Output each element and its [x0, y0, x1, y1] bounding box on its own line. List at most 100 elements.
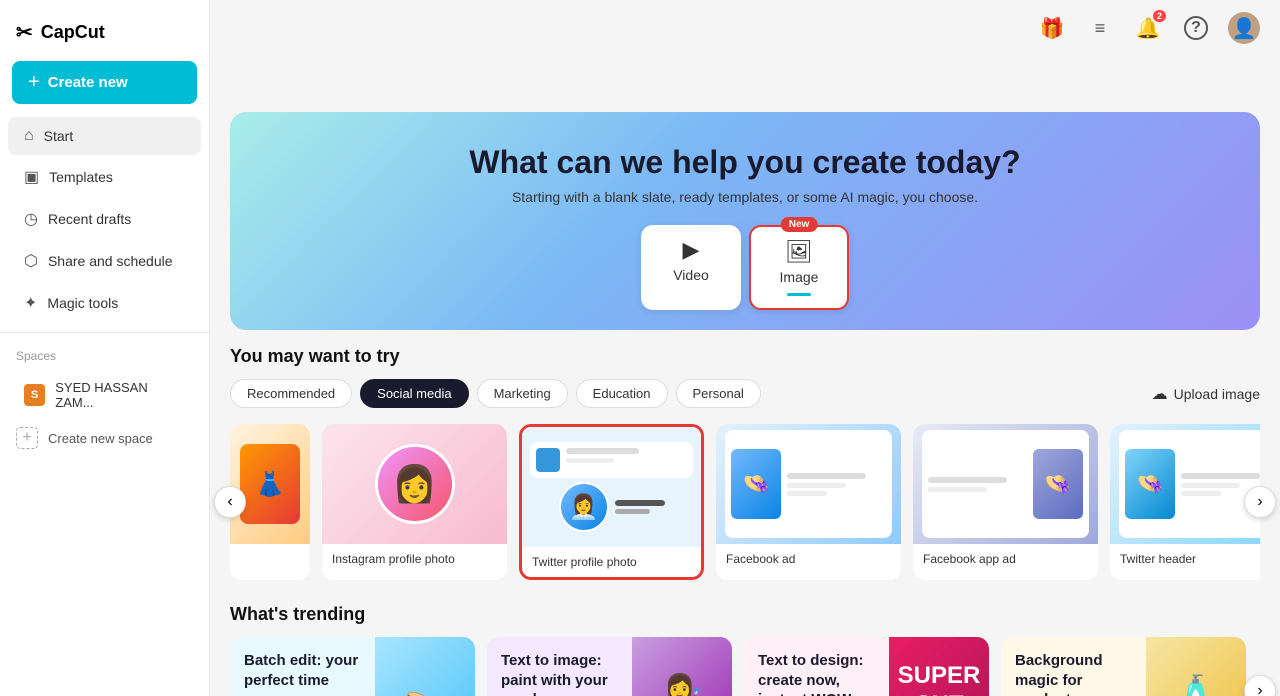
divider [0, 332, 209, 333]
trending-row: Batch edit: your perfect time saver Try … [230, 637, 1260, 696]
menu-button[interactable]: ≡ [1084, 12, 1116, 44]
trend-bg-title: Background magic for products [1015, 651, 1132, 696]
logo-icon: ✂ [16, 20, 33, 45]
logo[interactable]: ✂ CapCut [0, 12, 209, 61]
trend-batch-inner: Batch edit: your perfect time saver Try … [230, 637, 475, 696]
template-thumb-instagram: 👩 [322, 424, 507, 544]
template-thumb-fb-app: 👒 [913, 424, 1098, 544]
add-space-icon: + [16, 427, 38, 449]
avatar[interactable]: 👤 [1228, 12, 1260, 44]
template-thumb-twitter: 👩‍💼 [522, 427, 701, 547]
sidebar-label-share: Share and schedule [48, 253, 173, 269]
next-trending-arrow[interactable]: › [1244, 675, 1276, 696]
home-icon: ⌂ [24, 127, 34, 145]
hero-banner: What can we help you create today? Start… [230, 112, 1260, 330]
trend-textimg-title: Text to image: paint with your words [501, 651, 618, 696]
sidebar-label-templates: Templates [49, 169, 113, 185]
sidebar: ✂ CapCut + Create new ⌂ Start ▣ Template… [0, 0, 210, 696]
tab-underline [787, 293, 811, 296]
tab-image-label: Image [780, 269, 819, 285]
template-row-wrapper: ‹ 👗 👩 [230, 424, 1260, 580]
main-content: 🎁 ≡ 🔔 2 ? 👤 What can we help you create … [210, 0, 1280, 696]
upload-image-button[interactable]: ☁ Upload image [1152, 384, 1260, 404]
template-label-fb-ad: Facebook ad [716, 544, 901, 574]
trend-bg-text: Background magic for products Try now › [1001, 637, 1146, 696]
sidebar-label-start: Start [44, 128, 74, 144]
template-label-instagram: Instagram profile photo [322, 544, 507, 574]
template-label-twitter-header: Twitter header [1110, 544, 1260, 574]
logo-text: CapCut [41, 22, 105, 43]
template-card-twitter-profile[interactable]: 👩‍💼 Twitter profile photo [519, 424, 704, 580]
hero-title: What can we help you create today? [250, 144, 1240, 181]
upload-label: Upload image [1174, 386, 1260, 402]
sidebar-label-recent: Recent drafts [48, 211, 131, 227]
trend-card-background-magic[interactable]: Background magic for products Try now › … [1001, 637, 1246, 696]
filter-recommended[interactable]: Recommended [230, 379, 352, 408]
space-avatar: S [24, 384, 45, 406]
content-area: You may want to try Recommended Social m… [210, 330, 1280, 696]
image-icon: 🖼 [785, 239, 813, 265]
avatar-icon: 👤 [1232, 16, 1257, 41]
trend-design-text: Text to design: create now, instant WOW … [744, 637, 889, 696]
filter-social-media[interactable]: Social media [360, 379, 468, 408]
filter-bar: Recommended Social media Marketing Educa… [230, 379, 1260, 408]
trend-design-image: SUPERCUT [889, 637, 989, 696]
templates-icon: ▣ [24, 167, 39, 187]
filter-education[interactable]: Education [576, 379, 668, 408]
template-card-facebook-ad[interactable]: 👒 Facebook ad [716, 424, 901, 580]
filter-personal[interactable]: Personal [676, 379, 761, 408]
sidebar-item-share-schedule[interactable]: ⬡ Share and schedule [8, 241, 201, 281]
sidebar-label-magic: Magic tools [47, 295, 118, 311]
notifications-button[interactable]: 🔔 2 [1132, 12, 1164, 44]
plus-icon: + [28, 71, 40, 94]
template-label-fb-app: Facebook app ad [913, 544, 1098, 574]
trend-textimg-inner: Text to image: paint with your words Try… [487, 637, 732, 696]
space-item[interactable]: S SYED HASSAN ZAM... [8, 372, 201, 418]
trend-design-inner: Text to design: create now, instant WOW … [744, 637, 989, 696]
template-label-first [230, 544, 310, 560]
trend-design-title: Text to design: create now, instant WOW [758, 651, 875, 696]
template-row: 👗 👩 Instagram profile photo [230, 424, 1260, 580]
create-new-label: Create new [48, 74, 128, 91]
clock-icon: ◷ [24, 209, 38, 229]
trend-textimg-image: 👩‍🎨 [632, 637, 732, 696]
gift-button[interactable]: 🎁 [1036, 12, 1068, 44]
tab-video[interactable]: ▶ Video [641, 225, 741, 310]
next-template-arrow[interactable]: › [1244, 486, 1276, 518]
trend-card-text-image[interactable]: Text to image: paint with your words Try… [487, 637, 732, 696]
prev-template-arrow[interactable]: ‹ [214, 486, 246, 518]
sidebar-item-templates[interactable]: ▣ Templates [8, 157, 201, 197]
new-badge: New [781, 217, 818, 232]
trend-batch-title: Batch edit: your perfect time saver [244, 651, 361, 696]
video-icon: ▶ [683, 237, 700, 263]
trend-textimg-text: Text to image: paint with your words Try… [487, 637, 632, 696]
menu-icon: ≡ [1095, 18, 1106, 39]
topbar: 🎁 ≡ 🔔 2 ? 👤 [210, 0, 1280, 56]
sidebar-item-magic-tools[interactable]: ✦ Magic tools [8, 283, 201, 323]
trend-batch-image: 👡 [375, 637, 475, 696]
share-icon: ⬡ [24, 251, 38, 271]
template-card-facebook-app-ad[interactable]: 👒 Facebook app ad [913, 424, 1098, 580]
template-card-instagram[interactable]: 👩 Instagram profile photo [322, 424, 507, 580]
filter-marketing[interactable]: Marketing [477, 379, 568, 408]
create-new-button[interactable]: + Create new [12, 61, 197, 104]
sidebar-item-recent-drafts[interactable]: ◷ Recent drafts [8, 199, 201, 239]
section-title-try: You may want to try [230, 346, 1260, 367]
magic-icon: ✦ [24, 293, 37, 313]
template-label-twitter-profile: Twitter profile photo [522, 547, 701, 577]
creation-tabs: ▶ Video New 🖼 Image [250, 225, 1240, 310]
sidebar-item-start[interactable]: ⌂ Start [8, 117, 201, 155]
template-thumb-tw-header: 👒 [1110, 424, 1260, 544]
trend-card-batch[interactable]: Batch edit: your perfect time saver Try … [230, 637, 475, 696]
help-icon: ? [1184, 16, 1208, 40]
template-card-twitter-header[interactable]: 👒 Twitter header [1110, 424, 1260, 580]
tab-image[interactable]: New 🖼 Image [749, 225, 849, 310]
template-thumb-fb-ad: 👒 [716, 424, 901, 544]
notification-badge: 2 [1153, 10, 1166, 22]
trend-bg-image: 🧴 [1146, 637, 1246, 696]
template-thumb-first: 👗 [230, 424, 310, 544]
trend-card-text-design[interactable]: Text to design: create now, instant WOW … [744, 637, 989, 696]
create-space[interactable]: + Create new space [0, 419, 209, 457]
help-button[interactable]: ? [1180, 12, 1212, 44]
create-space-label: Create new space [48, 431, 153, 446]
